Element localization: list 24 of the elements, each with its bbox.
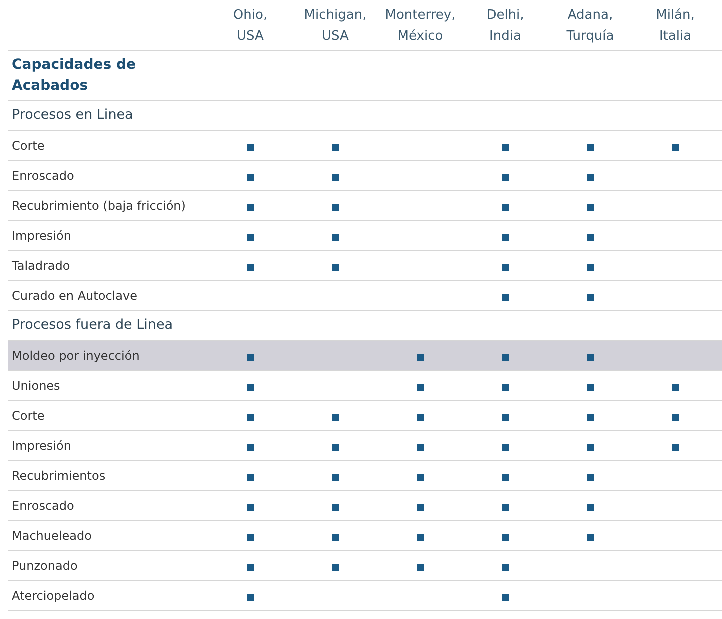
column-header: Delhi, India — [486, 7, 526, 46]
row-label: Recubrimientos — [11, 468, 107, 484]
row-label: Punzonado — [11, 558, 79, 574]
section-heading: Procesos en Linea — [12, 106, 134, 126]
table-title: Capacidades de Acabados — [12, 56, 137, 96]
row-label: Uniones — [11, 378, 62, 394]
row-label: Enroscado — [11, 168, 76, 184]
column-header: Ohio, USA — [232, 7, 269, 46]
column-header: Adana, Turquía — [566, 7, 616, 46]
row-label: Impresión — [11, 438, 72, 454]
row-label: Recubrimiento (baja fricción) — [11, 198, 187, 214]
column-header: Milán, Italia — [655, 7, 696, 46]
section-heading: Procesos fuera de Linea — [12, 316, 174, 336]
row-label: Machueleado — [11, 528, 93, 544]
row-label: Curado en Autoclave — [11, 288, 138, 304]
row-label: Corte — [11, 408, 46, 424]
row-label: Corte — [11, 138, 46, 154]
row-label: Taladrado — [11, 258, 72, 274]
column-header: Michigan, USA — [303, 7, 368, 46]
column-header: Monterrey, México — [384, 7, 457, 46]
row-label: Impresión — [11, 228, 72, 244]
row-label: Enroscado — [11, 498, 76, 514]
row-label: Aterciopelado — [11, 588, 96, 604]
row-label: Moldeo por inyección — [11, 348, 141, 364]
